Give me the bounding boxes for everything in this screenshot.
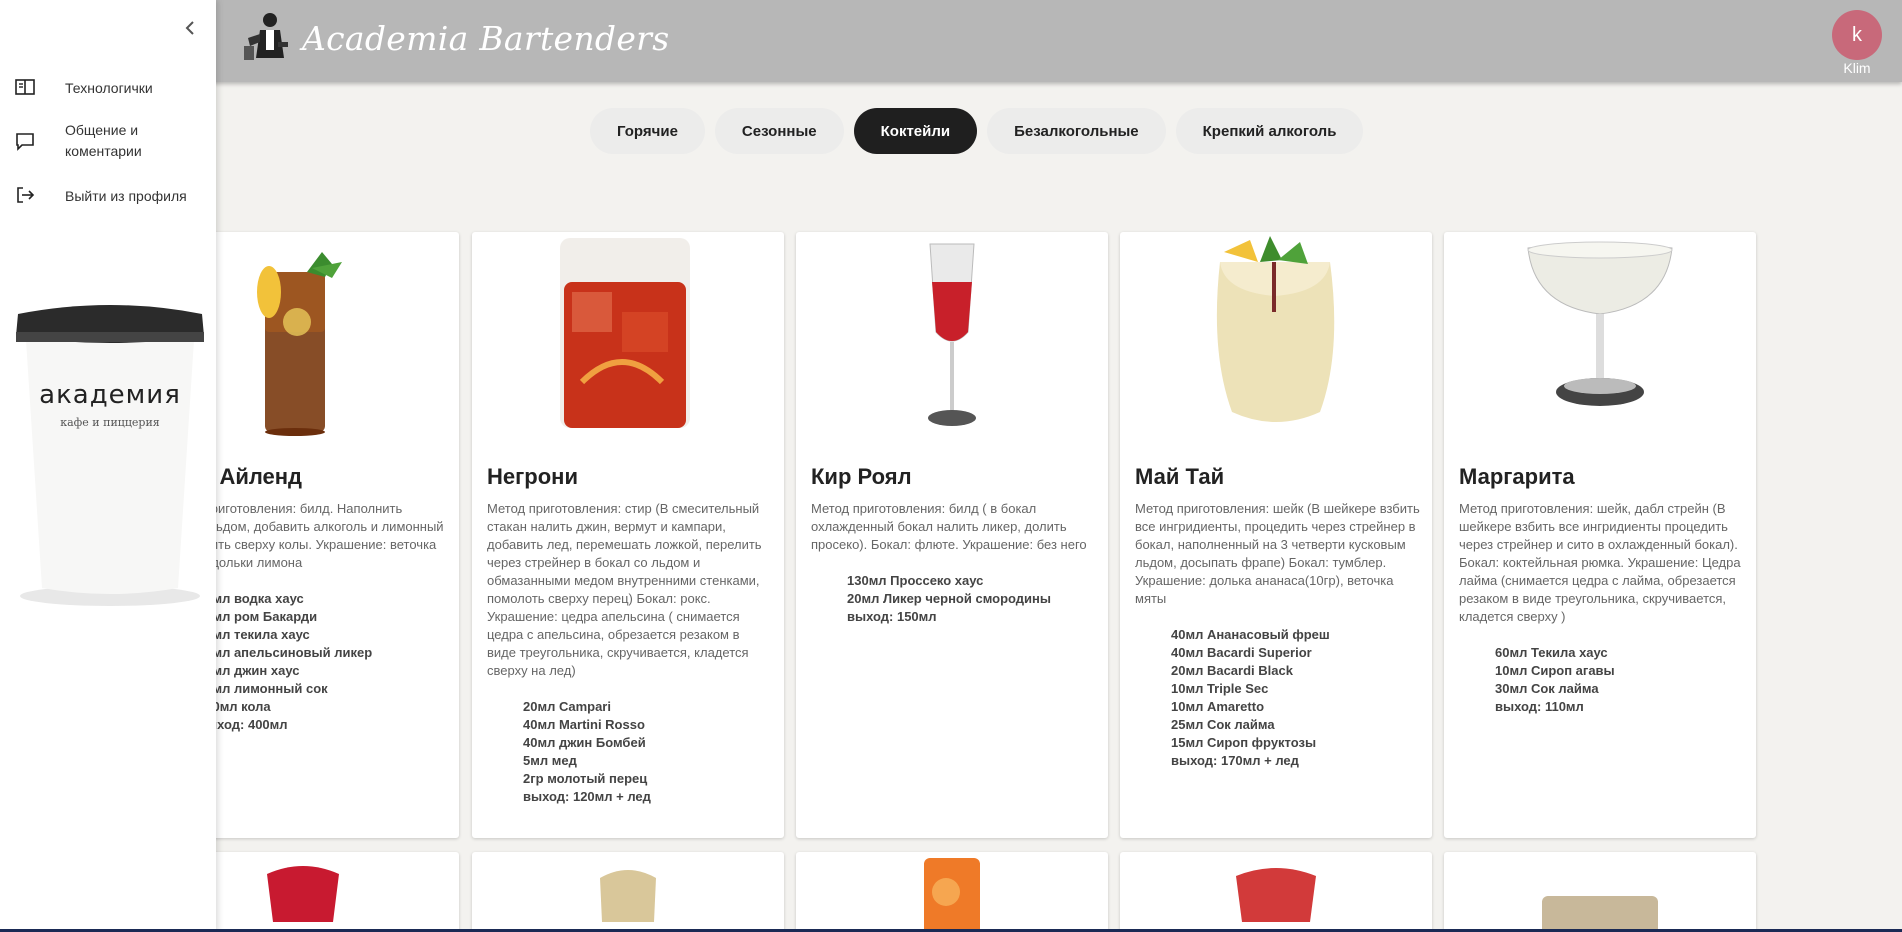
kir-royal-image — [928, 243, 976, 426]
recipe-card-row2-5[interactable] — [1444, 852, 1756, 932]
ingredient: 15мл текила хаус — [198, 627, 310, 642]
chat-icon — [16, 133, 34, 151]
cocktail-image — [1236, 868, 1316, 922]
ingredient: 40мл Ананасовый фреш — [1171, 627, 1330, 642]
menu-label: Общение и коментарии — [65, 122, 142, 159]
recipe-card-row2-2[interactable] — [472, 852, 784, 932]
app-header: Academia Bartenders k Klim — [0, 0, 1902, 82]
ingredient: 30мл Сок лайма — [1495, 681, 1599, 696]
ingredient: 15мл водка хаус — [198, 591, 304, 606]
menu-item-tech-cards[interactable]: Технологички — [0, 76, 216, 100]
coffee-cup-icon — [16, 305, 204, 606]
menu-label: Выйти из профиля — [65, 188, 187, 204]
ingredient: 40мл джин Бомбей — [523, 735, 646, 750]
cocktail-image — [1542, 896, 1658, 932]
ingredient: 10мл Amaretto — [1171, 699, 1265, 714]
chevron-left-icon[interactable] — [180, 18, 200, 38]
method-text: Метод приготовления: билд ( в бокал охла… — [811, 501, 1087, 552]
ingredient: 25мл Сок лайма — [1171, 717, 1275, 732]
brand-logo[interactable]: Academia Bartenders — [238, 8, 669, 68]
ingredient: 40мл Martini Rosso — [523, 717, 645, 732]
cafe-cup-image: академия кафе и пиццерия — [10, 296, 210, 606]
method-text: Метод приготовления: шейк (В шейкере взб… — [1135, 501, 1420, 606]
ingredient: выход: 400мл — [198, 717, 288, 732]
ingredient: 20мл Ликер черной смородины — [847, 591, 1051, 606]
cup-brand-text: академия — [39, 380, 181, 410]
ingredient: выход: 150мл — [847, 609, 937, 624]
ingredient: 130мл Проссеко хаус — [847, 573, 984, 588]
side-drawer: Технологички Общение и коментарии Выйти … — [0, 0, 216, 932]
mai-tai-image — [1216, 236, 1335, 422]
menu-item-chat[interactable]: Общение и коментарии — [0, 120, 216, 164]
margarita-image — [1527, 241, 1673, 406]
ingredients-list: 40мл Ананасовый фреш 40мл Bacardi Superi… — [1135, 626, 1420, 770]
method-text: Метод приготовления: шейк, дабл стрейн (… — [1459, 501, 1741, 624]
ingredient: 15мл апельсиновый ликер — [198, 645, 373, 660]
recipe-card-kir-royal[interactable]: Кир Роял Метод приготовления: билд ( в б… — [796, 232, 1108, 838]
ingredients-list: 60мл Текила хаус 10мл Сироп агавы 30мл С… — [1459, 644, 1744, 716]
ingredient: выход: 120мл + лед — [523, 789, 651, 804]
tab-hot[interactable]: Горячие — [590, 108, 705, 154]
ingredients-list: 130мл Проссеко хаус 20мл Ликер черной см… — [811, 572, 1096, 626]
recipe-card-negroni[interactable]: Негрони Метод приготовления: стир (В сме… — [472, 232, 784, 838]
recipe-card-mai-tai[interactable]: Май Тай Метод приготовления: шейк (В шей… — [1120, 232, 1432, 838]
user-name: Klim — [1843, 60, 1871, 76]
book-icon — [15, 79, 35, 95]
recipe-card-row2-3[interactable] — [796, 852, 1108, 932]
ingredient: 15мл лимонный сок — [198, 681, 328, 696]
ingredient: 10мл Сироп агавы — [1495, 663, 1615, 678]
card-title: Май Тай — [1135, 464, 1225, 489]
tab-seasonal[interactable]: Сезонные — [714, 108, 844, 154]
logout-icon — [17, 187, 35, 203]
ingredient: 15мл ром Бакарди — [198, 609, 318, 624]
cocktail-image — [600, 870, 656, 922]
ingredient: 60мл Текила хаус — [1495, 645, 1608, 660]
card-method: Метод приготовления: билд ( в бокал охла… — [811, 500, 1096, 626]
negroni-image — [560, 238, 690, 428]
card-method: Метод приготовления: шейк, дабл стрейн (… — [1459, 500, 1744, 716]
recipe-card-row2-4[interactable] — [1120, 852, 1432, 932]
cocktail-image — [924, 858, 980, 932]
card-method: Метод приготовления: стир (В смесительны… — [487, 500, 772, 806]
user-avatar[interactable]: k — [1832, 10, 1882, 60]
ingredient: 15мл джин хаус — [198, 663, 300, 678]
method-text: Метод приготовления: стир (В смесительны… — [487, 501, 762, 678]
menu-item-logout[interactable]: Выйти из профиля — [0, 184, 216, 208]
tab-strong-alcohol[interactable]: Крепкий алкоголь — [1175, 108, 1364, 154]
tab-non-alcoholic[interactable]: Безалкогольные — [987, 108, 1166, 154]
card-title: Маргарита — [1459, 464, 1575, 489]
ingredient: 15мл Сироп фруктозы — [1171, 735, 1317, 750]
card-method: Метод приготовления: шейк (В шейкере взб… — [1135, 500, 1420, 770]
ingredient: 10мл Triple Sec — [1171, 681, 1269, 696]
ingredient: 40мл Bacardi Superior — [1171, 645, 1312, 660]
ingredient: выход: 170мл + лед — [1171, 753, 1299, 768]
recipe-card-margarita[interactable]: Маргарита Метод приготовления: шейк, даб… — [1444, 232, 1756, 838]
ingredient: 5мл мед — [523, 753, 577, 768]
ingredient: 20мл Campari — [523, 699, 611, 714]
ingredients-list: 20мл Campari 40мл Martini Rosso 40мл джи… — [487, 698, 772, 806]
menu-label: Технологички — [65, 80, 153, 96]
card-title: Кир Роял — [811, 464, 912, 489]
category-tabs: Горячие Сезонные Коктейли Безалкогольные… — [590, 108, 1364, 154]
bartender-logo-icon — [244, 13, 288, 60]
ingredient: выход: 110мл — [1495, 699, 1584, 714]
ingredient: 2гр молотый перец — [523, 771, 648, 786]
tab-cocktails[interactable]: Коктейли — [853, 108, 978, 154]
cup-tagline-text: кафе и пиццерия — [60, 416, 160, 429]
card-title: Негрони — [487, 464, 578, 489]
ingredient: 100мл кола — [198, 699, 271, 714]
brand-name: Academia Bartenders — [302, 18, 670, 58]
avatar-initial: k — [1852, 23, 1862, 46]
ingredient: 20мл Bacardi Black — [1171, 663, 1293, 678]
